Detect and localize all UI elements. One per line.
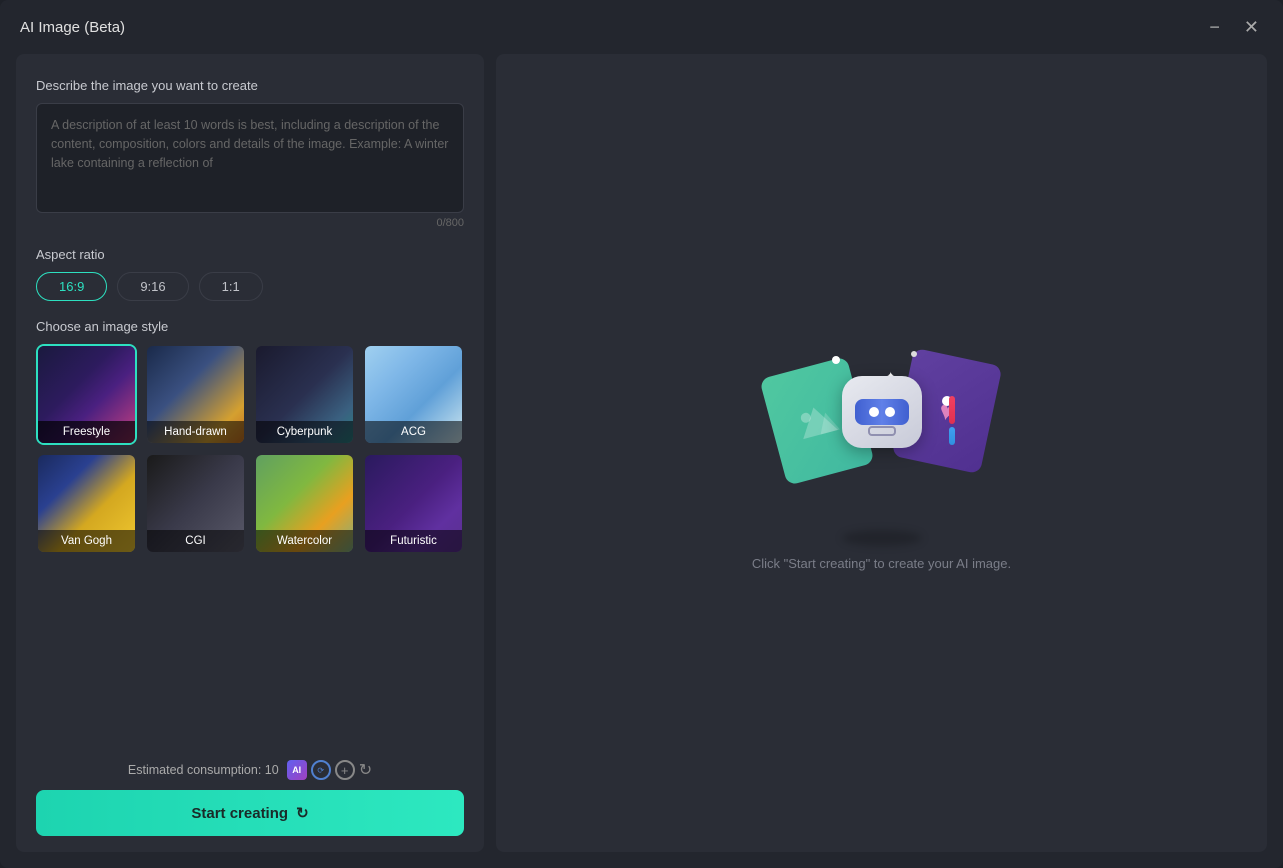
style-label-cyberpunk: Cyberpunk: [256, 421, 353, 443]
circle-icon: ⟳: [311, 760, 331, 780]
consumption-label: Estimated consumption: 10: [128, 763, 279, 777]
content-area: Describe the image you want to create 0/…: [0, 54, 1283, 868]
app-window: AI Image (Beta) − ✕ Describe the image y…: [0, 0, 1283, 868]
style-grid: Freestyle Hand-drawn Cyberpunk ACG: [36, 344, 464, 554]
style-card-freestyle[interactable]: Freestyle: [36, 344, 137, 445]
start-creating-button[interactable]: Start creating ↻: [36, 790, 464, 836]
prompt-section-label: Describe the image you want to create: [36, 78, 464, 93]
robot-visor: [855, 399, 909, 425]
style-label-cgi: CGI: [147, 530, 244, 552]
right-panel: ♥ ✦ ✦: [496, 54, 1267, 852]
illustration: ♥ ✦ ✦: [762, 336, 1002, 536]
robot-dot-2: [911, 351, 917, 357]
titlebar: AI Image (Beta) − ✕: [0, 0, 1283, 54]
ai-icon: AI: [287, 760, 307, 780]
style-label-freestyle: Freestyle: [38, 421, 135, 443]
style-card-handdrawn[interactable]: Hand-drawn: [145, 344, 246, 445]
style-card-vangogh[interactable]: Van Gogh: [36, 453, 137, 554]
prompt-input[interactable]: [36, 103, 464, 213]
window-controls: − ✕: [1205, 16, 1263, 38]
robot-eye-left: [869, 407, 879, 417]
robot-eye-right: [885, 407, 895, 417]
aspect-9-16[interactable]: 9:16: [117, 272, 188, 301]
char-count: 0/800: [36, 217, 464, 229]
aspect-1-1[interactable]: 1:1: [199, 272, 263, 301]
robot-illustration: ✦ ✦: [827, 376, 937, 496]
style-card-cgi[interactable]: CGI: [145, 453, 246, 554]
aspect-ratio-label: Aspect ratio: [36, 247, 464, 262]
consumption-icons: AI ⟳ + ↻: [287, 760, 372, 780]
aspect-16-9[interactable]: 16:9: [36, 272, 107, 301]
style-card-futuristic[interactable]: Futuristic: [363, 453, 464, 554]
style-section: Choose an image style Freestyle Hand-dra…: [36, 319, 464, 554]
aspect-ratio-section: Aspect ratio 16:9 9:16 1:1: [36, 247, 464, 301]
aspect-buttons: 16:9 9:16 1:1: [36, 272, 464, 301]
robot-shadow: [842, 530, 922, 546]
style-label-watercolor: Watercolor: [256, 530, 353, 552]
close-button[interactable]: ✕: [1240, 16, 1263, 38]
style-card-cyberpunk[interactable]: Cyberpunk: [254, 344, 355, 445]
style-card-acg[interactable]: ACG: [363, 344, 464, 445]
refresh-icon[interactable]: ↻: [359, 760, 372, 780]
style-label-handdrawn: Hand-drawn: [147, 421, 244, 443]
left-panel: Describe the image you want to create 0/…: [16, 54, 484, 852]
style-card-watercolor[interactable]: Watercolor: [254, 453, 355, 554]
robot-mouth: [868, 426, 896, 436]
right-hint: Click "Start creating" to create your AI…: [752, 556, 1011, 571]
window-title: AI Image (Beta): [20, 19, 125, 36]
plus-icon: +: [335, 760, 355, 780]
minimize-button[interactable]: −: [1205, 16, 1224, 38]
style-label-vangogh: Van Gogh: [38, 530, 135, 552]
bottom-bar: Estimated consumption: 10 AI ⟳ + ↻ Start…: [36, 760, 464, 836]
style-label-futuristic: Futuristic: [365, 530, 462, 552]
style-label-acg: ACG: [365, 421, 462, 443]
start-creating-label: Start creating: [191, 805, 288, 822]
start-creating-icon: ↻: [296, 804, 309, 822]
robot-dot-1: [832, 356, 840, 364]
robot-head: [842, 376, 922, 448]
consumption-row: Estimated consumption: 10 AI ⟳ + ↻: [36, 760, 464, 780]
color-bars: [949, 396, 955, 445]
style-label: Choose an image style: [36, 319, 464, 334]
